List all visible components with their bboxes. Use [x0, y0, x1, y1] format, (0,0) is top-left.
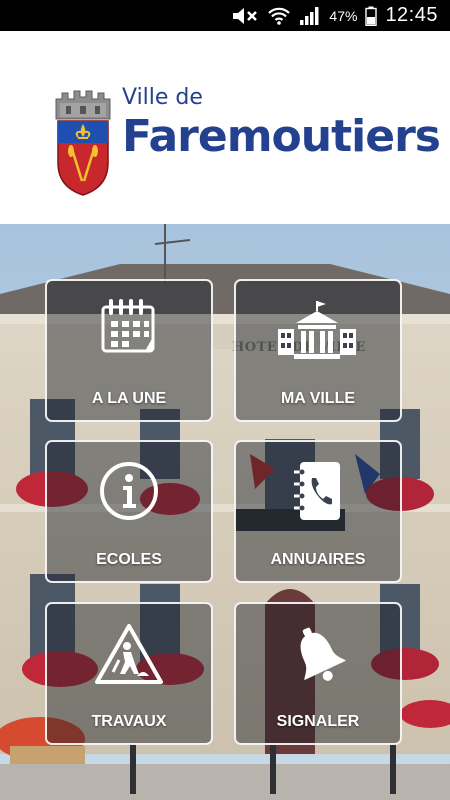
signal-icon — [300, 6, 319, 25]
tile-signaler[interactable]: SIGNALER — [234, 602, 402, 745]
battery-percent: 47% — [329, 7, 358, 24]
tile-ma-ville[interactable]: MA VILLE — [234, 279, 402, 422]
tile-annuaires[interactable]: ANNUAIRES — [234, 440, 402, 583]
coat-of-arms-logo — [55, 90, 111, 196]
calendar-icon — [101, 299, 155, 353]
town-hall-icon — [278, 301, 356, 359]
logo-title: Faremoutiers — [122, 111, 441, 162]
tile-ecoles[interactable]: ECOLES — [45, 440, 213, 583]
tile-label: MA VILLE — [280, 390, 356, 407]
phone-book-icon — [294, 462, 340, 520]
logo-subtitle: Ville de — [122, 85, 203, 110]
roadwork-icon — [95, 624, 163, 684]
tile-travaux[interactable]: TRAVAUX — [45, 602, 213, 745]
app-header: Ville de Faremoutiers — [0, 31, 450, 224]
mute-icon — [233, 7, 258, 24]
status-icons: 47% 12:45 — [231, 0, 438, 31]
info-icon — [100, 462, 158, 520]
battery-icon — [365, 6, 378, 26]
tile-label: TRAVAUX — [91, 713, 167, 730]
bell-icon — [300, 627, 347, 681]
status-bar: 47% 12:45 — [0, 0, 450, 31]
clock: 12:45 — [385, 4, 438, 26]
tile-label: ANNUAIRES — [270, 551, 366, 568]
tile-label: A LA UNE — [91, 390, 167, 407]
tile-a-la-une[interactable]: A LA UNE — [45, 279, 213, 422]
tile-label: ECOLES — [96, 551, 162, 568]
wifi-icon — [268, 7, 291, 25]
tile-label: SIGNALER — [276, 713, 360, 730]
